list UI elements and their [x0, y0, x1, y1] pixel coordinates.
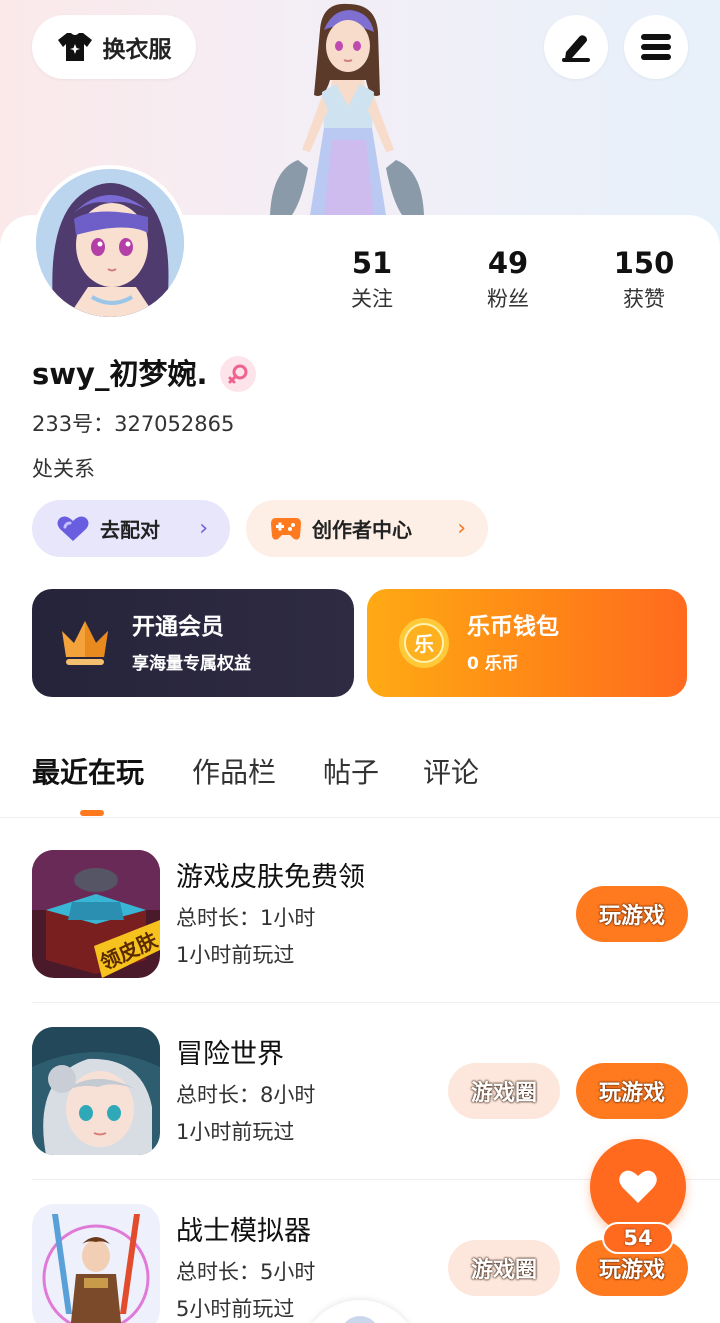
- creator-center-button[interactable]: 创作者中心 ›: [246, 500, 488, 557]
- like-count-badge: 54: [602, 1222, 674, 1254]
- avatar-portrait: [36, 169, 184, 317]
- user-id-value: 327052865: [114, 412, 235, 436]
- game-last-played: 1小时前玩过: [176, 1120, 295, 1144]
- stat-following-label: 关注: [351, 287, 393, 311]
- match-button[interactable]: 去配对 ›: [32, 500, 230, 557]
- heart-icon: [56, 515, 90, 543]
- game-title[interactable]: 游戏皮肤免费领: [176, 858, 365, 898]
- wallet-balance: 0 乐币: [467, 654, 519, 674]
- avatar[interactable]: [32, 165, 188, 321]
- stat-likes[interactable]: 150 获赞: [589, 244, 699, 314]
- game-icon[interactable]: [32, 1027, 160, 1155]
- menu-button[interactable]: [624, 15, 688, 79]
- edit-profile-button[interactable]: [544, 15, 608, 79]
- vip-title: 开通会员: [132, 614, 224, 640]
- game-title[interactable]: 冒险世界: [176, 1035, 284, 1075]
- coin-icon: 乐: [399, 618, 449, 668]
- row-divider: [32, 1002, 720, 1003]
- tab-comments[interactable]: 评论: [423, 752, 479, 794]
- tab-posts[interactable]: 帖子: [323, 752, 379, 794]
- bio: 处关系: [32, 457, 95, 481]
- user-id-label: 233号：: [32, 412, 115, 436]
- game-last-played: 1小时前玩过: [176, 943, 295, 967]
- chevron-right-icon: ›: [457, 516, 466, 541]
- play-game-button[interactable]: 玩游戏: [576, 886, 688, 942]
- like-fab-button[interactable]: [590, 1139, 686, 1235]
- game-icon[interactable]: [32, 1204, 160, 1323]
- shirt-icon: [57, 33, 92, 61]
- wallet-card[interactable]: 乐 乐币钱包 0 乐币: [367, 589, 687, 697]
- stat-likes-label: 获赞: [623, 287, 665, 311]
- game-circle-button[interactable]: 游戏圈: [448, 1063, 560, 1119]
- stat-fans-count: 49: [487, 246, 529, 280]
- avatar-3d-figure[interactable]: [262, 0, 432, 215]
- stat-following-count: 51: [351, 246, 393, 280]
- stat-fans[interactable]: 49 粉丝: [453, 244, 563, 314]
- chevron-right-icon: ›: [199, 516, 208, 541]
- tab-works[interactable]: 作品栏: [192, 752, 276, 794]
- stat-likes-count: 150: [613, 246, 675, 280]
- wallet-title: 乐币钱包: [467, 614, 559, 640]
- match-label: 去配对: [100, 518, 160, 542]
- tab-indicator: [80, 810, 104, 816]
- creator-center-label: 创作者中心: [312, 518, 412, 542]
- female-gender-icon: [220, 356, 256, 392]
- game-last-played: 5小时前玩过: [176, 1297, 295, 1321]
- vip-card[interactable]: 开通会员 享海量专属权益: [32, 589, 354, 697]
- dress-up-label: 换衣服: [102, 37, 172, 63]
- game-duration: 总时长：1小时: [176, 906, 316, 930]
- game-title[interactable]: 战士模拟器: [176, 1212, 311, 1252]
- game-duration: 总时长：5小时: [176, 1260, 316, 1284]
- game-icon[interactable]: 领皮肤: [32, 850, 160, 978]
- game-circle-button[interactable]: 游戏圈: [448, 1240, 560, 1296]
- heart-icon: [619, 1170, 657, 1203]
- tab-recently-played[interactable]: 最近在玩: [32, 752, 144, 794]
- gamepad-icon: [270, 516, 302, 542]
- stat-following[interactable]: 51 关注: [317, 244, 427, 314]
- vip-subtitle: 享海量专属权益: [132, 654, 251, 674]
- tab-divider: [0, 817, 720, 818]
- dress-up-button[interactable]: 换衣服: [32, 15, 196, 79]
- play-game-button[interactable]: 玩游戏: [576, 1063, 688, 1119]
- nickname: swy_初梦婉.: [32, 357, 208, 391]
- user-id: 233号：327052865: [32, 408, 234, 440]
- crown-icon: [62, 621, 108, 665]
- menu-icon: [641, 34, 671, 60]
- game-duration: 总时长：8小时: [176, 1083, 316, 1107]
- stat-fans-label: 粉丝: [487, 287, 529, 311]
- coin-char: 乐: [414, 632, 434, 656]
- pen-icon: [562, 35, 590, 62]
